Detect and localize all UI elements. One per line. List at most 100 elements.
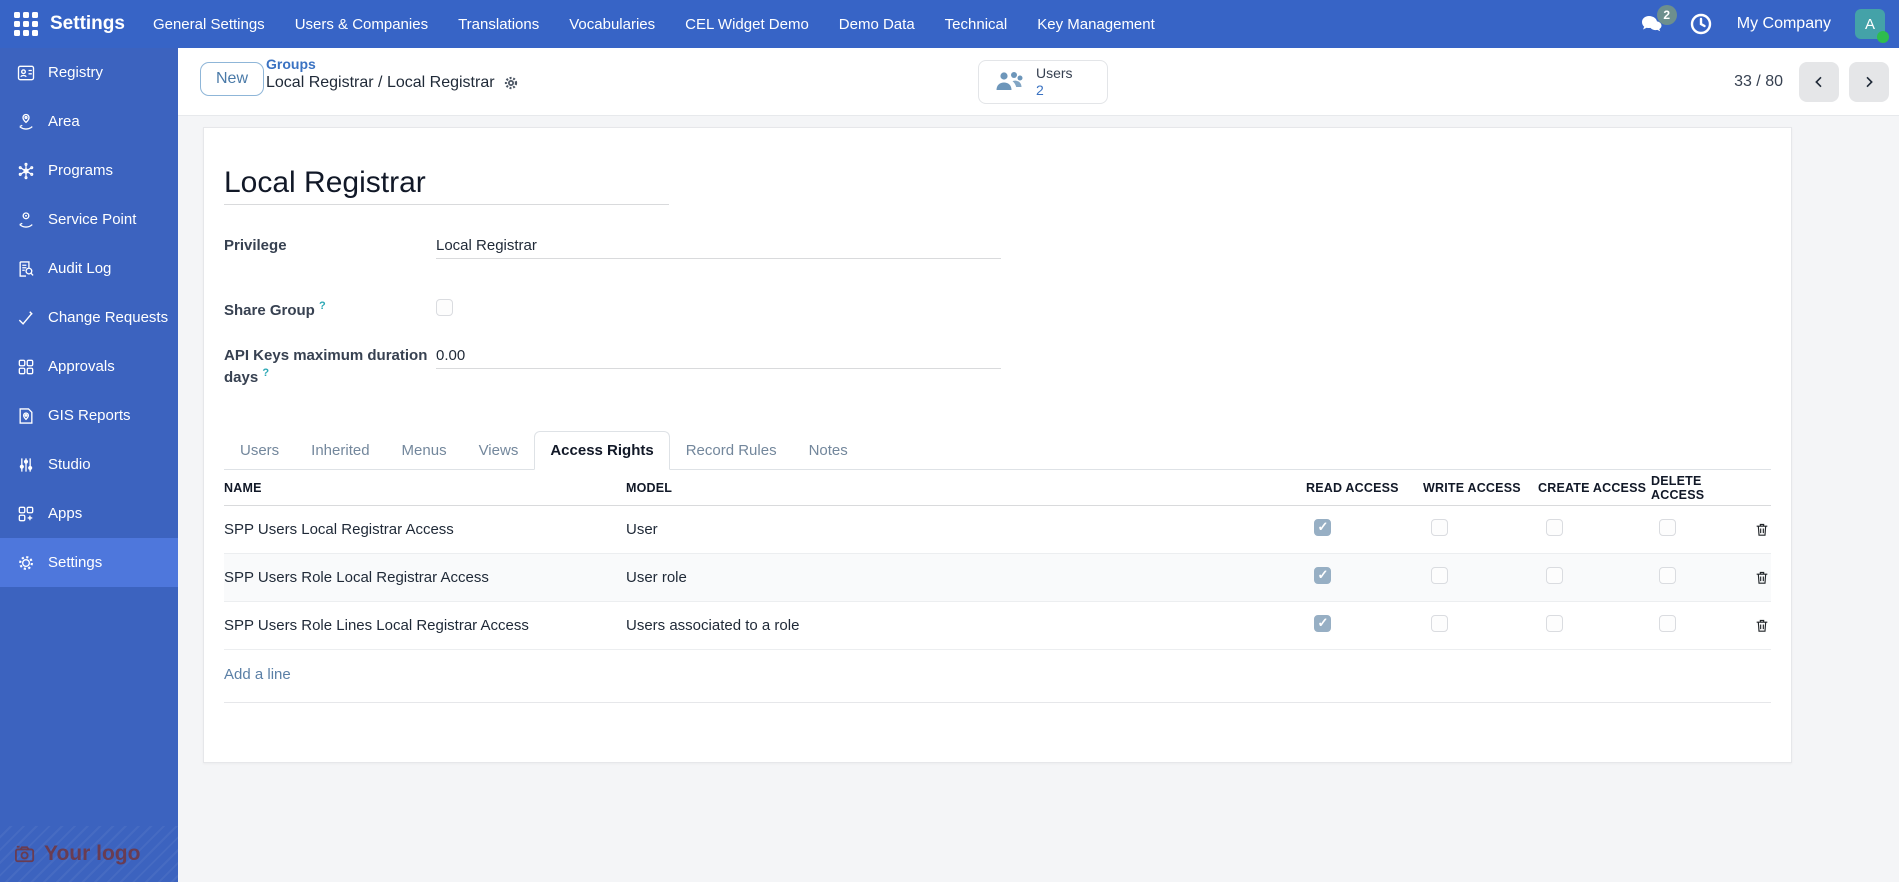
sidebar-item-approvals[interactable]: Approvals	[0, 342, 178, 391]
api-keys-help-icon[interactable]: ?	[262, 367, 269, 379]
share-group-help-icon[interactable]: ?	[319, 300, 326, 312]
navbar-menu: General Settings Users & Companies Trans…	[153, 16, 1155, 33]
sidebar-item-settings[interactable]: Settings	[0, 538, 178, 587]
doc-magnifier-icon	[19, 260, 34, 277]
col-model[interactable]: MODEL	[626, 481, 1306, 495]
api-keys-duration-input[interactable]	[436, 345, 1001, 369]
trash-icon	[1756, 523, 1768, 536]
row-name: SPP Users Role Lines Local Registrar Acc…	[224, 617, 529, 634]
tab-menus[interactable]: Menus	[386, 431, 463, 470]
apps-menu-icon[interactable]	[14, 12, 38, 36]
menu-general-settings[interactable]: General Settings	[153, 16, 265, 33]
snowflake-icon	[18, 162, 34, 179]
grid-plus-icon	[18, 506, 34, 521]
activities-clock-icon[interactable]	[1689, 12, 1713, 36]
sidebar-item-apps[interactable]: Apps	[0, 489, 178, 538]
col-create-access[interactable]: CREATE ACCESS	[1538, 481, 1651, 495]
sidebar-item-change-requests[interactable]: Change Requests	[0, 293, 178, 342]
smart-button-count: 2	[1036, 82, 1044, 98]
map-doc-icon	[19, 407, 33, 424]
col-write-access[interactable]: WRITE ACCESS	[1423, 481, 1538, 495]
actions-gear-icon[interactable]	[503, 75, 519, 91]
breadcrumb-groups-link[interactable]: Groups	[266, 56, 519, 72]
api-keys-label: API Keys maximum duration days ?	[224, 347, 428, 386]
delete-row-button[interactable]	[1754, 617, 1770, 634]
tab-access-rights[interactable]: Access Rights	[534, 431, 670, 470]
add-a-line-link[interactable]: Add a line	[224, 666, 291, 683]
share-group-checkbox[interactable]	[436, 299, 453, 316]
sidebar-item-service-point[interactable]: Service Point	[0, 195, 178, 244]
create-access-checkbox[interactable]	[1546, 615, 1563, 632]
tab-users[interactable]: Users	[224, 431, 295, 470]
sliders-icon	[19, 457, 33, 472]
tab-inherited[interactable]: Inherited	[295, 431, 385, 470]
pager-previous-button[interactable]	[1799, 62, 1839, 102]
sidebar-item-registry[interactable]: Registry	[0, 48, 178, 97]
row-model: User	[626, 521, 658, 538]
sidebar-item-gis-reports[interactable]: GIS Reports	[0, 391, 178, 440]
menu-technical[interactable]: Technical	[945, 16, 1008, 33]
check-pen-icon	[18, 310, 33, 325]
group-name-input[interactable]	[224, 166, 669, 200]
menu-users-companies[interactable]: Users & Companies	[295, 16, 428, 33]
read-access-checkbox[interactable]	[1314, 567, 1331, 584]
trash-icon	[1756, 619, 1768, 632]
col-read-access[interactable]: READ ACCESS	[1306, 481, 1423, 495]
users-group-icon	[996, 72, 1023, 90]
tab-record-rules[interactable]: Record Rules	[670, 431, 793, 470]
app-name[interactable]: Settings	[50, 13, 125, 35]
breadcrumb-current: Local Registrar / Local Registrar	[266, 74, 495, 91]
sidebar: Registry Area Programs Service Point Aud…	[0, 48, 178, 882]
table-row[interactable]: SPP Users Local Registrar Access User	[224, 506, 1771, 554]
id-card-icon	[17, 65, 35, 80]
table-row[interactable]: SPP Users Role Local Registrar Access Us…	[224, 554, 1771, 602]
table-row[interactable]: SPP Users Role Lines Local Registrar Acc…	[224, 602, 1771, 650]
delete-access-checkbox[interactable]	[1659, 519, 1676, 536]
users-smart-button[interactable]: Users 2	[978, 60, 1108, 104]
delete-row-button[interactable]	[1754, 521, 1770, 538]
col-name[interactable]: NAME	[224, 481, 626, 495]
sidebar-item-programs[interactable]: Programs	[0, 146, 178, 195]
share-group-label: Share Group ?	[224, 300, 326, 319]
sidebar-item-studio[interactable]: Studio	[0, 440, 178, 489]
access-rights-table-header: NAME MODEL READ ACCESS WRITE ACCESS CREA…	[224, 470, 1771, 506]
sidebar-logo-placeholder: Your logo	[0, 826, 178, 882]
privilege-input[interactable]	[436, 235, 1001, 259]
trash-icon	[1756, 571, 1768, 584]
col-delete-access[interactable]: DELETE ACCESS	[1651, 474, 1754, 502]
menu-key-management[interactable]: Key Management	[1037, 16, 1155, 33]
delete-row-button[interactable]	[1754, 569, 1770, 586]
create-access-checkbox[interactable]	[1546, 567, 1563, 584]
tab-views[interactable]: Views	[463, 431, 535, 470]
menu-translations[interactable]: Translations	[458, 16, 539, 33]
breadcrumb: Groups Local Registrar / Local Registrar	[266, 56, 519, 92]
company-name[interactable]: My Company	[1737, 15, 1831, 33]
delete-access-checkbox[interactable]	[1659, 567, 1676, 584]
menu-cel-widget-demo[interactable]: CEL Widget Demo	[685, 16, 809, 33]
create-access-checkbox[interactable]	[1546, 519, 1563, 536]
menu-demo-data[interactable]: Demo Data	[839, 16, 915, 33]
notebook-tabs: Users Inherited Menus Views Access Right…	[224, 428, 1771, 470]
control-panel: New Groups Local Registrar / Local Regis…	[178, 48, 1899, 116]
chevron-left-icon	[1815, 76, 1822, 88]
camera-icon	[15, 845, 35, 863]
write-access-checkbox[interactable]	[1431, 519, 1448, 536]
row-name: SPP Users Local Registrar Access	[224, 521, 454, 538]
delete-access-checkbox[interactable]	[1659, 615, 1676, 632]
sidebar-item-area[interactable]: Area	[0, 97, 178, 146]
menu-vocabularies[interactable]: Vocabularies	[569, 16, 655, 33]
sidebar-item-audit-log[interactable]: Audit Log	[0, 244, 178, 293]
messages-icon[interactable]: 2	[1639, 5, 1677, 36]
read-access-checkbox[interactable]	[1314, 519, 1331, 536]
tab-notes[interactable]: Notes	[793, 431, 864, 470]
pager-next-button[interactable]	[1849, 62, 1889, 102]
row-model: Users associated to a role	[626, 617, 800, 634]
read-access-checkbox[interactable]	[1314, 615, 1331, 632]
new-button[interactable]: New	[200, 62, 265, 96]
write-access-checkbox[interactable]	[1431, 615, 1448, 632]
smart-button-label: Users	[1036, 65, 1073, 82]
grid-blocks-icon	[18, 359, 34, 374]
write-access-checkbox[interactable]	[1431, 567, 1448, 584]
user-avatar[interactable]: A	[1855, 9, 1889, 43]
messages-badge: 2	[1656, 5, 1677, 25]
